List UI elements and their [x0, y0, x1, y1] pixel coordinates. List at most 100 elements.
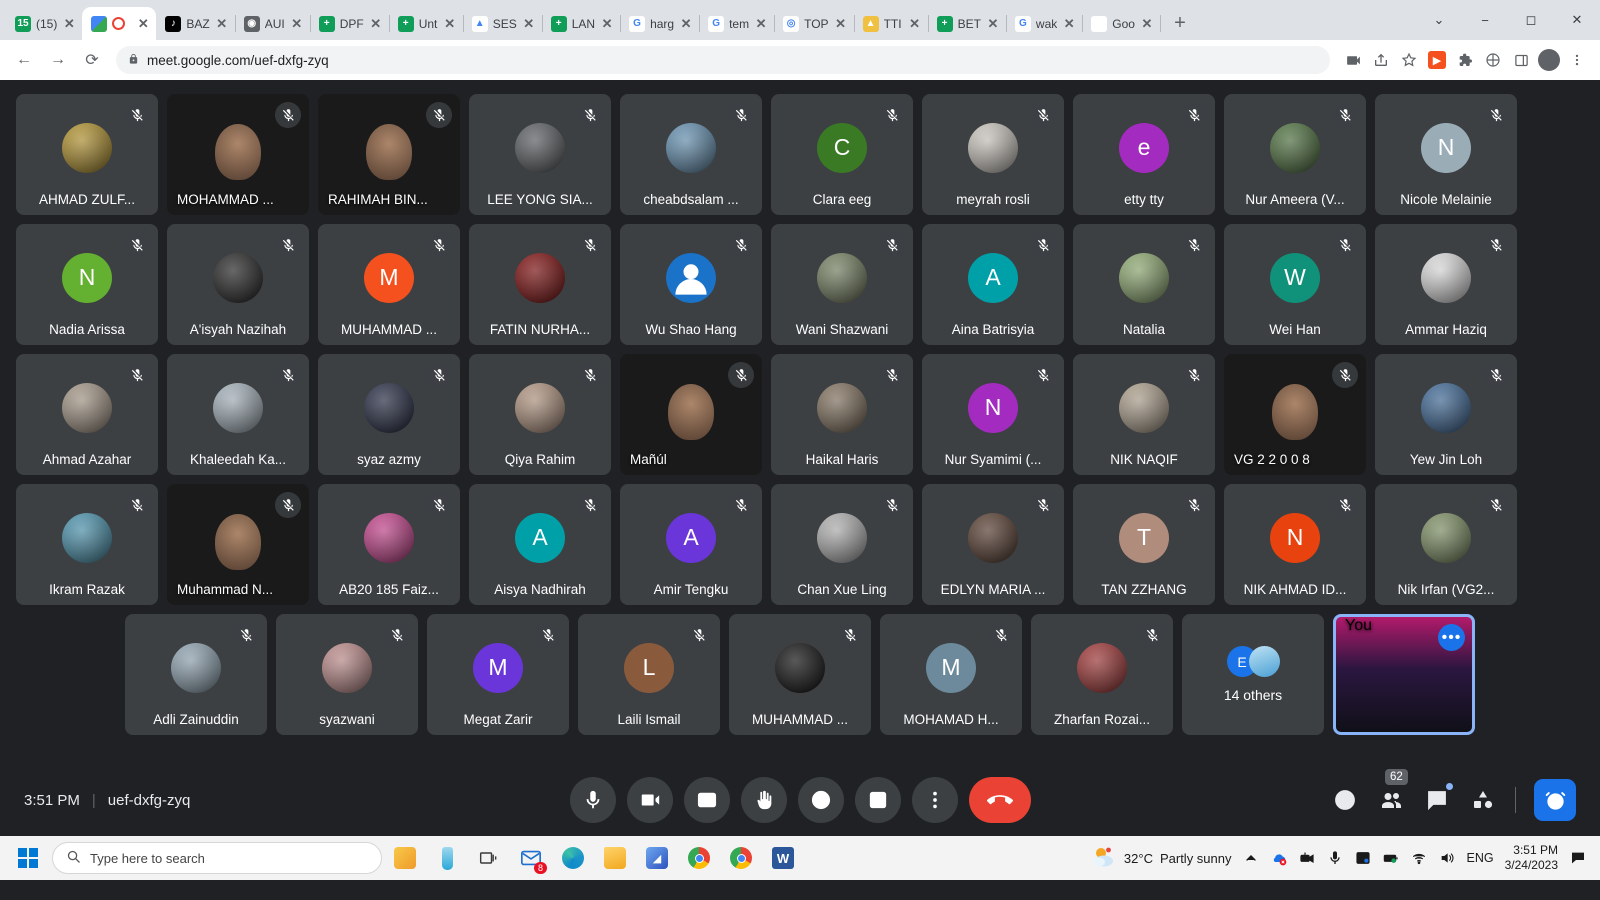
participant-tile[interactable]: syaz azmy: [318, 354, 460, 475]
browser-tab-4[interactable]: + DPF ✕: [310, 7, 390, 40]
participant-tile[interactable]: Wu Shao Hang: [620, 224, 762, 345]
participant-tile[interactable]: N Nadia Arissa: [16, 224, 158, 345]
share-icon[interactable]: [1368, 47, 1394, 73]
participant-tile[interactable]: MOHAMMAD ...: [167, 94, 309, 215]
profile-avatar[interactable]: [1536, 47, 1562, 73]
participant-tile[interactable]: NIK NAQIF: [1073, 354, 1215, 475]
participant-tile[interactable]: MUHAMMAD ...: [729, 614, 871, 735]
tab-close-icon[interactable]: ✕: [834, 16, 848, 31]
search-input[interactable]: Type here to search: [52, 842, 382, 874]
participant-tile[interactable]: N NIK AHMAD ID...: [1224, 484, 1366, 605]
raise-hand-button[interactable]: [740, 777, 787, 823]
mediaplayer-icon[interactable]: ◢: [638, 839, 676, 877]
word-icon[interactable]: W: [764, 839, 802, 877]
meeting-details-button[interactable]: [1331, 786, 1359, 814]
onedrive-icon[interactable]: [1271, 850, 1288, 867]
chat-button[interactable]: [1423, 783, 1453, 814]
tab-close-icon[interactable]: ✕: [136, 16, 150, 31]
participant-tile[interactable]: N Nicole Melainie: [1375, 94, 1517, 215]
browser-tab-1[interactable]: ✕: [82, 7, 157, 40]
participant-tile[interactable]: Zharfan Rozai...: [1031, 614, 1173, 735]
browser-tab-0[interactable]: 15 (15) ✕: [6, 7, 84, 40]
shield-icon[interactable]: [1480, 47, 1506, 73]
tab-close-icon[interactable]: ✕: [215, 16, 229, 31]
task-view-icon[interactable]: [470, 839, 508, 877]
participant-tile[interactable]: C Clara eeg: [771, 94, 913, 215]
browser-tab-12[interactable]: + BET ✕: [928, 7, 1008, 40]
bottle-icon[interactable]: [428, 839, 466, 877]
participant-tile[interactable]: LEE YONG SIA...: [469, 94, 611, 215]
tab-close-icon[interactable]: ✕: [600, 16, 614, 31]
participant-tile[interactable]: AHMAD ZULF...: [16, 94, 158, 215]
microphone-button[interactable]: [569, 777, 616, 823]
participant-tile[interactable]: FATIN NURHA...: [469, 224, 611, 345]
reload-icon[interactable]: ⟳: [78, 46, 106, 74]
participant-tile[interactable]: Muhammad N...: [167, 484, 309, 605]
tab-close-icon[interactable]: ✕: [443, 16, 457, 31]
store-icon[interactable]: [386, 839, 424, 877]
others-tile[interactable]: E 14 others: [1182, 614, 1324, 735]
participant-tile[interactable]: A'isyah Nazihah: [167, 224, 309, 345]
participant-tile[interactable]: Khaleedah Ka...: [167, 354, 309, 475]
participant-tile[interactable]: Natalia: [1073, 224, 1215, 345]
show-everyone-button[interactable]: 62: [1377, 769, 1408, 814]
participant-tile[interactable]: EDLYN MARIA ...: [922, 484, 1064, 605]
participant-tile[interactable]: Yew Jin Loh: [1375, 354, 1517, 475]
browser-tab-11[interactable]: ▲ TTI ✕: [854, 7, 929, 40]
present-now-button[interactable]: [854, 777, 901, 823]
browser-tab-6[interactable]: ▲ SES ✕: [463, 7, 543, 40]
participant-tile[interactable]: A Aina Batrisyia: [922, 224, 1064, 345]
participant-tile[interactable]: Ikram Razak: [16, 484, 158, 605]
tab-close-icon[interactable]: ✕: [908, 16, 922, 31]
webcam-icon[interactable]: [1355, 850, 1372, 867]
wifi-icon[interactable]: [1411, 850, 1428, 867]
reactions-button[interactable]: [797, 777, 844, 823]
tab-search-button[interactable]: ⌄: [1416, 0, 1462, 40]
participant-tile[interactable]: RAHIMAH BIN...: [318, 94, 460, 215]
edge-icon[interactable]: [554, 839, 592, 877]
tab-close-icon[interactable]: ✕: [679, 16, 693, 31]
participant-tile[interactable]: e etty tty: [1073, 94, 1215, 215]
participant-tile[interactable]: M MOHAMAD H...: [880, 614, 1022, 735]
browser-tab-3[interactable]: ◉ AUI ✕: [235, 7, 311, 40]
participant-tile[interactable]: M MUHAMMAD ...: [318, 224, 460, 345]
self-view-more-button[interactable]: •••: [1438, 624, 1465, 651]
weather-widget[interactable]: 32°C Partly sunny: [1091, 846, 1232, 871]
browser-tab-7[interactable]: + LAN ✕: [542, 7, 622, 40]
sidepanel-icon[interactable]: [1508, 47, 1534, 73]
participant-tile[interactable]: W Wei Han: [1224, 224, 1366, 345]
tab-close-icon[interactable]: ✕: [369, 16, 383, 31]
timer-button[interactable]: [1534, 779, 1576, 821]
participant-tile[interactable]: Mañúl: [620, 354, 762, 475]
tab-close-icon[interactable]: ✕: [1062, 16, 1076, 31]
participant-tile[interactable]: Ahmad Azahar: [16, 354, 158, 475]
mail-icon[interactable]: 8: [512, 839, 550, 877]
captions-button[interactable]: [683, 777, 730, 823]
participant-tile[interactable]: M Megat Zarir: [427, 614, 569, 735]
participant-tile[interactable]: N Nur Syamimi (...: [922, 354, 1064, 475]
participant-tile[interactable]: Ammar Haziq: [1375, 224, 1517, 345]
participant-tile[interactable]: Nik Irfan (VG2...: [1375, 484, 1517, 605]
chrome-menu-icon[interactable]: [1564, 47, 1590, 73]
clock[interactable]: 3:51 PM 3/24/2023: [1505, 843, 1558, 873]
new-tab-button[interactable]: +: [1166, 9, 1194, 37]
participant-tile[interactable]: Nur Ameera (V...: [1224, 94, 1366, 215]
chrome-icon-2[interactable]: [722, 839, 760, 877]
browser-tab-10[interactable]: ◎ TOP ✕: [774, 7, 856, 40]
tab-close-icon[interactable]: ✕: [522, 16, 536, 31]
browser-tab-14[interactable]: Goo ✕: [1082, 7, 1161, 40]
microphone-icon[interactable]: [1327, 850, 1344, 867]
minimize-button[interactable]: −: [1462, 0, 1508, 40]
browser-tab-9[interactable]: Gtem ✕: [699, 7, 776, 40]
screenrec-icon[interactable]: [1299, 850, 1316, 867]
participant-tile[interactable]: Chan Xue Ling: [771, 484, 913, 605]
battery-icon[interactable]: [1383, 850, 1400, 867]
participant-tile[interactable]: syazwani: [276, 614, 418, 735]
language-indicator[interactable]: ENG: [1467, 851, 1494, 865]
participant-tile[interactable]: Qiya Rahim: [469, 354, 611, 475]
tab-close-icon[interactable]: ✕: [1140, 16, 1154, 31]
chrome-icon[interactable]: [680, 839, 718, 877]
browser-tab-2[interactable]: ♪ BAZ ✕: [156, 7, 237, 40]
chevron-up-icon[interactable]: [1243, 850, 1260, 867]
browser-tab-13[interactable]: Gwak ✕: [1006, 7, 1084, 40]
